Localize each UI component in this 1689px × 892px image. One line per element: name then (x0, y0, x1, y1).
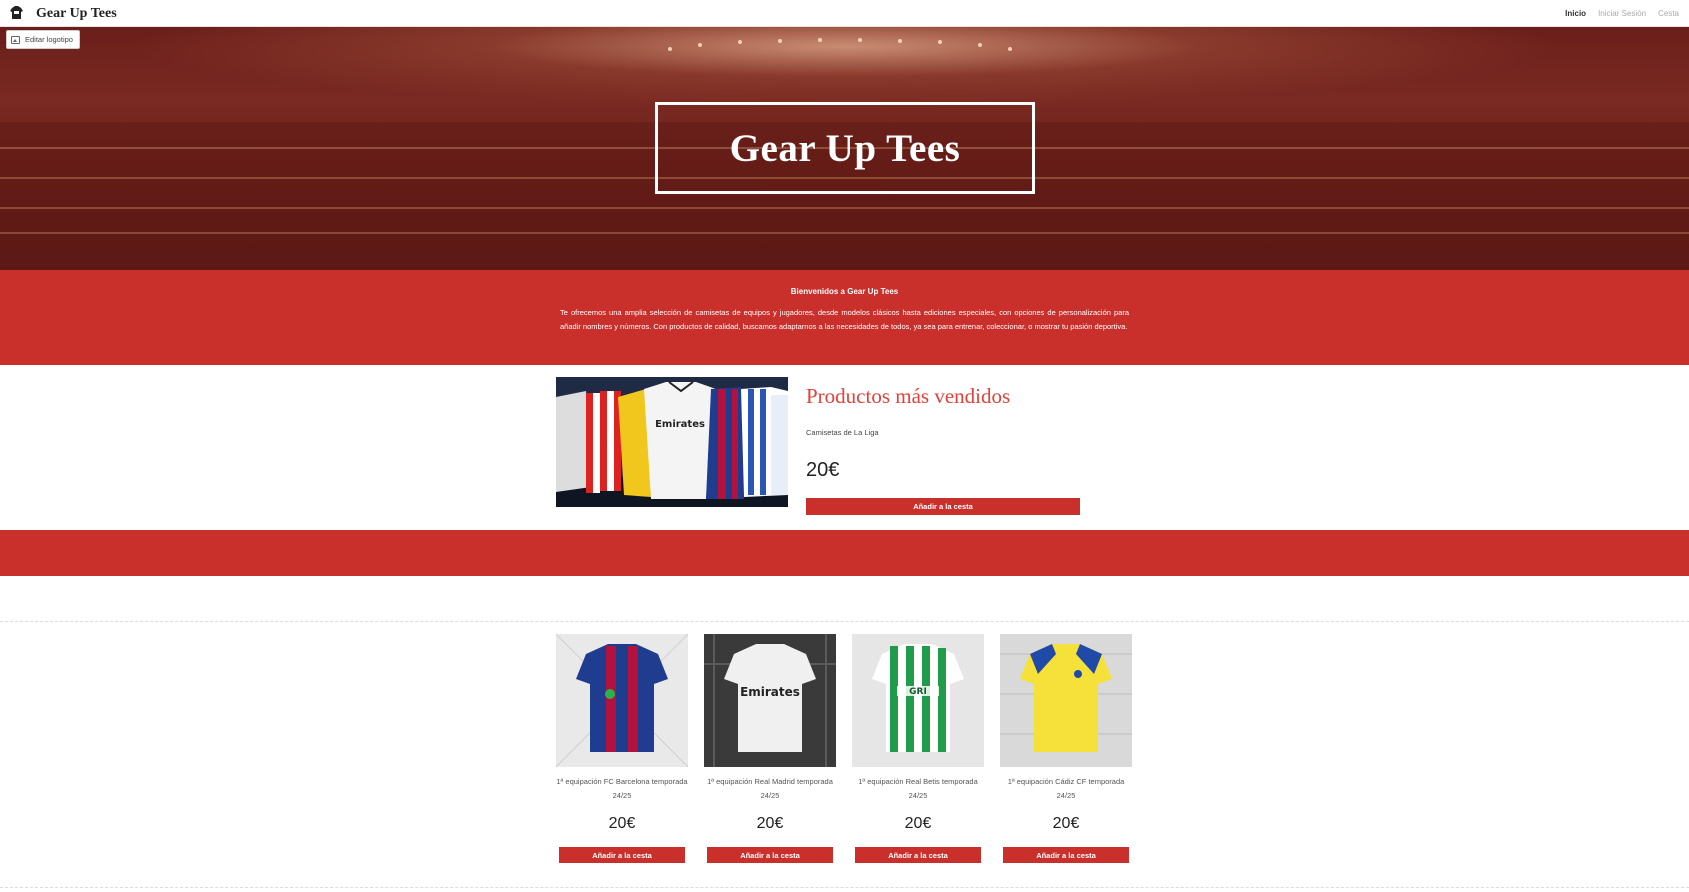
product-card: Emirates 1ª equipación Real Madrid tempo… (704, 634, 836, 863)
image-icon (11, 35, 20, 44)
product-card: GRI 1ª equipación Real Betis temporada 2… (852, 634, 984, 863)
product-name: 1ª equipación Real Betis temporada 24/25 (858, 777, 978, 800)
hero-title-box: Gear Up Tees (655, 102, 1035, 194)
welcome-text: Te ofrecemos una amplia selección de cam… (560, 308, 1129, 331)
svg-text:Emirates: Emirates (655, 419, 705, 430)
product-name: 1ª equipación Cádiz CF temporada 24/25 (1007, 777, 1125, 800)
svg-text:Emirates: Emirates (740, 685, 800, 699)
product-image-real-betis[interactable]: GRI (852, 634, 984, 767)
product-price: 20€ (756, 815, 784, 832)
product-image-cadiz[interactable] (1000, 634, 1132, 767)
section-divider (0, 621, 1689, 622)
add-to-cart-button[interactable]: Añadir a la cesta (1003, 847, 1129, 863)
featured-product-image[interactable]: Emirates (556, 377, 788, 507)
product-price: 20€ (904, 815, 932, 832)
product-price: 20€ (1052, 815, 1080, 832)
add-to-cart-button[interactable]: Añadir a la cesta (559, 847, 685, 863)
product-card: 1ª equipación Cádiz CF temporada 24/25 2… (1000, 634, 1132, 863)
edit-logo-button[interactable]: Editar logotipo (6, 30, 80, 49)
edit-logo-label: Editar logotipo (25, 35, 73, 44)
product-image-real-madrid[interactable]: Emirates (704, 634, 836, 767)
product-image-barcelona[interactable] (556, 634, 688, 767)
svg-text:GRI: GRI (909, 687, 927, 697)
featured-price: 20€ (806, 459, 840, 481)
hero-title: Gear Up Tees (729, 126, 961, 170)
welcome-heading: Bienvenidos a Gear Up Tees (790, 287, 899, 296)
product-card: 1ª equipación FC Barcelona temporada 24/… (556, 634, 688, 863)
nav-link-inicio[interactable]: Inicio (1565, 9, 1586, 18)
featured-subtitle: Camisetas de La Liga (806, 428, 879, 437)
brand-logo-icon[interactable] (9, 5, 24, 21)
product-name: 1ª equipación FC Barcelona temporada 24/… (556, 777, 688, 800)
nav-link-cesta[interactable]: Cesta (1658, 9, 1679, 18)
brand-name[interactable]: Gear Up Tees (36, 6, 117, 22)
red-divider-band (0, 530, 1689, 576)
nav-links: Inicio Iniciar Sesión Cesta (1565, 9, 1679, 18)
bottom-divider (0, 887, 1689, 888)
top-navbar: Gear Up Tees Inicio Iniciar Sesión Cesta (0, 0, 1689, 27)
product-price: 20€ (608, 815, 636, 832)
product-name: 1ª equipación Real Madrid temporada 24/2… (707, 777, 833, 800)
nav-link-iniciar-sesion[interactable]: Iniciar Sesión (1598, 9, 1646, 18)
add-to-cart-button[interactable]: Añadir a la cesta (855, 847, 981, 863)
add-to-cart-button[interactable]: Añadir a la cesta (707, 847, 833, 863)
hero-banner: Gear Up Tees (0, 27, 1689, 270)
welcome-section: Bienvenidos a Gear Up Tees Te ofrecemos … (0, 270, 1689, 365)
featured-add-to-cart-button[interactable]: Añadir a la cesta (806, 498, 1080, 515)
featured-title: Productos más vendidos (806, 384, 1011, 408)
